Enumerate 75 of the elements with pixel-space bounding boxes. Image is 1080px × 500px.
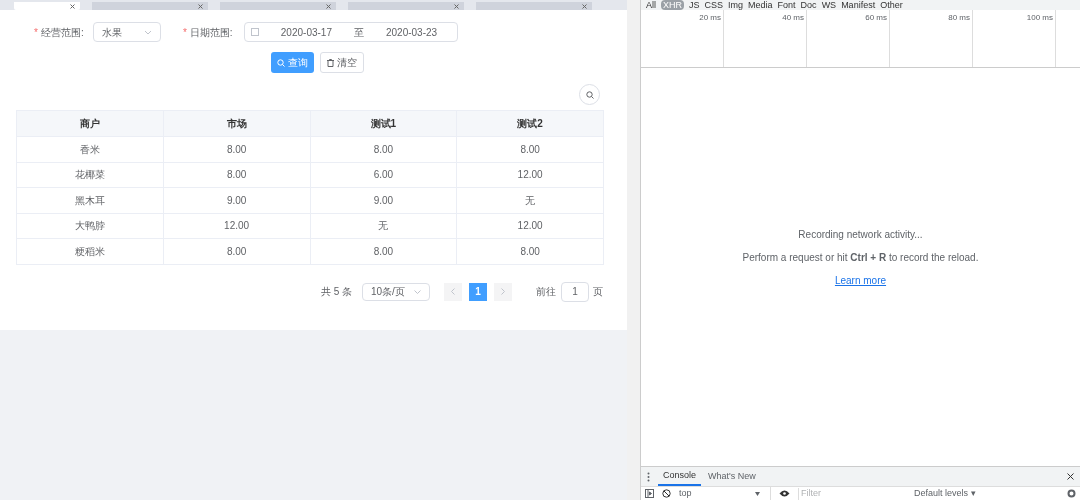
column-header: 测试1 <box>310 110 457 137</box>
table-cell: 无 <box>310 213 457 239</box>
table-cell: 8.00 <box>310 136 457 162</box>
eye-icon[interactable] <box>779 490 790 497</box>
empty-state-title: Recording network activity... <box>798 227 923 242</box>
chevron-down-icon <box>414 289 421 294</box>
table-cell: 香米 <box>16 136 164 162</box>
settings-icon[interactable] <box>1067 489 1076 498</box>
field-label: 日期范围: <box>189 25 234 40</box>
table-cell: 大鸭脖 <box>16 213 164 239</box>
table-cell: 8.00 <box>163 238 310 264</box>
filter-tab[interactable]: JS <box>689 0 700 10</box>
chevron-down-icon <box>143 29 152 35</box>
required-mark: * <box>182 25 187 40</box>
column-header: 市场 <box>163 110 310 137</box>
clear-console-icon[interactable] <box>662 489 671 498</box>
total-count: 共 5 条 <box>320 285 352 299</box>
filter-tab[interactable]: CSS <box>704 0 724 10</box>
scope-select[interactable]: 水果 <box>92 22 161 42</box>
more-options-icon[interactable] <box>647 471 650 482</box>
goto-label: 前往 <box>536 285 556 299</box>
sidebar-toggle-icon[interactable] <box>645 489 654 498</box>
filter-tab[interactable]: Font <box>777 0 796 10</box>
page-size-select[interactable]: 10条/页 <box>362 282 430 301</box>
table-cell: 黑木耳 <box>16 187 164 213</box>
table-cell: 8.00 <box>163 136 310 162</box>
column-header: 商户 <box>16 110 164 137</box>
required-mark: * <box>34 25 38 40</box>
table-cell: 12.00 <box>456 213 604 239</box>
dropdown-arrow-icon <box>755 491 760 496</box>
timeline-tick-label: 100 ms <box>1026 13 1053 22</box>
field-label: 经营范围: <box>40 25 85 40</box>
levels-dropdown[interactable]: Default levels ▾ <box>914 486 976 500</box>
table-cell: 12.00 <box>163 213 310 239</box>
chevron-left-icon <box>451 288 455 295</box>
column-header: 测试2 <box>456 110 604 137</box>
timeline-tick-label: 80 ms <box>948 13 970 22</box>
search-icon <box>585 90 594 99</box>
filter-tab[interactable]: Other <box>880 0 903 10</box>
goto-page-field[interactable]: 1 <box>561 281 589 302</box>
table-cell: 6.00 <box>310 162 457 188</box>
drawer-tab[interactable]: Console <box>658 467 702 486</box>
search-icon <box>277 58 285 67</box>
page-unit-label: 页 <box>593 285 603 299</box>
table-cell: 花椰菜 <box>16 162 164 188</box>
trash-icon <box>327 58 334 67</box>
timeline-tick-label: 20 ms <box>699 13 721 22</box>
close-icon[interactable] <box>70 3 75 9</box>
close-icon[interactable] <box>1067 473 1074 480</box>
table-cell: 8.00 <box>456 136 604 162</box>
table-cell: 12.00 <box>456 162 604 188</box>
empty-state-hint: Perform a request or hit Ctrl + R to record the reload. <box>742 250 979 265</box>
filter-tab[interactable]: Doc <box>800 0 817 10</box>
filter-tab[interactable]: Manifest <box>841 0 876 10</box>
table-cell: 8.00 <box>163 162 310 188</box>
scrollbar[interactable] <box>627 0 641 500</box>
table-cell: 8.00 <box>310 238 457 264</box>
timeline-tick-label: 40 ms <box>782 13 804 22</box>
table-cell: 粳稻米 <box>16 238 164 264</box>
timeline-tick-label: 60 ms <box>865 13 887 22</box>
context-select[interactable]: top <box>679 486 771 500</box>
table-cell: 无 <box>456 187 604 213</box>
filter-tab[interactable]: WS <box>821 0 837 10</box>
learn-more-link[interactable]: Learn more <box>834 272 887 288</box>
filter-tab[interactable]: Img <box>728 0 744 10</box>
drawer-tab[interactable]: What's New <box>703 467 761 486</box>
chevron-right-icon <box>501 288 505 295</box>
table-cell: 8.00 <box>456 238 604 264</box>
filter-tab[interactable]: All <box>646 0 656 10</box>
table-cell: 9.00 <box>163 187 310 213</box>
clear-button[interactable]: 清空 <box>320 52 364 73</box>
calendar-icon <box>250 28 259 36</box>
date-range-field[interactable]: 2020-03-17 至 2020-03-23 <box>243 22 458 42</box>
filter-tab[interactable]: Media <box>748 0 773 10</box>
table-cell: 9.00 <box>310 187 457 213</box>
